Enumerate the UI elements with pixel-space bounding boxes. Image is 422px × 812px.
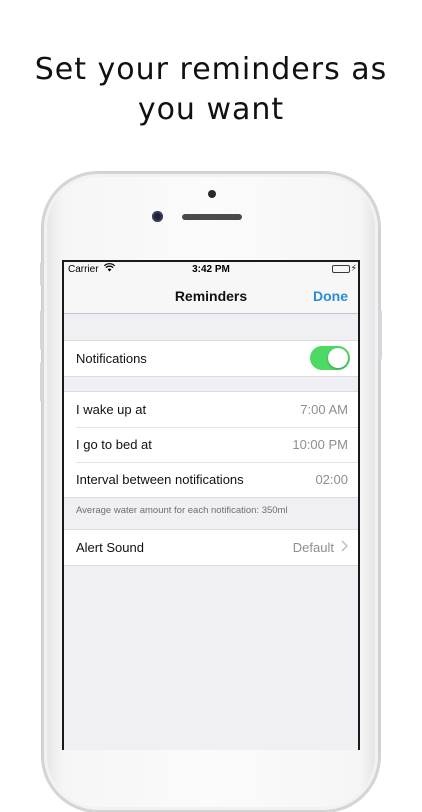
- earpiece-speaker: [182, 214, 242, 220]
- notifications-toggle[interactable]: [310, 346, 350, 370]
- status-bar: Carrier 3:42 PM ⚡: [64, 262, 358, 278]
- water-amount-footnote: Average water amount for each notificati…: [76, 505, 288, 516]
- interval-row[interactable]: Interval between notifications 02:00: [64, 462, 358, 497]
- front-camera: [152, 211, 163, 222]
- done-button[interactable]: Done: [313, 288, 348, 304]
- power-button: [378, 310, 382, 360]
- schedule-group: I wake up at 7:00 AM I go to bed at 10:0…: [64, 391, 358, 498]
- notifications-row: Notifications: [64, 341, 358, 376]
- alert-group: Alert Sound Default: [64, 529, 358, 566]
- phone-screen: Carrier 3:42 PM ⚡ Reminders Done Notific…: [62, 260, 360, 750]
- headline-line-2: you want: [137, 92, 285, 127]
- chevron-right-icon: [341, 539, 349, 555]
- navigation-bar: Reminders Done: [64, 278, 358, 314]
- headline-line-1: Set your reminders as: [34, 52, 388, 87]
- volume-down-button: [40, 362, 44, 402]
- bed-time-label: I go to bed at: [76, 437, 152, 452]
- wake-up-label: I wake up at: [76, 402, 147, 417]
- proximity-sensor: [208, 190, 216, 198]
- interval-value: 02:00: [315, 472, 348, 487]
- charging-bolt-icon: ⚡: [350, 263, 357, 273]
- wake-up-row[interactable]: I wake up at 7:00 AM: [64, 392, 358, 427]
- status-time: 3:42 PM: [192, 264, 230, 275]
- interval-label: Interval between notifications: [76, 472, 244, 487]
- battery-charging-icon: [332, 265, 350, 273]
- alert-sound-row[interactable]: Alert Sound Default: [64, 530, 358, 565]
- bed-time-value: 10:00 PM: [292, 437, 348, 452]
- mute-switch: [40, 262, 44, 286]
- notifications-label: Notifications: [76, 351, 147, 366]
- bed-time-row[interactable]: I go to bed at 10:00 PM: [64, 427, 358, 462]
- alert-sound-label: Alert Sound: [76, 540, 144, 555]
- volume-up-button: [40, 310, 44, 350]
- wake-up-value: 7:00 AM: [300, 402, 348, 417]
- headline: Set your reminders as you want: [0, 50, 422, 130]
- alert-sound-value: Default: [292, 540, 334, 555]
- toggle-knob: [328, 348, 348, 368]
- notifications-group: Notifications: [64, 340, 358, 377]
